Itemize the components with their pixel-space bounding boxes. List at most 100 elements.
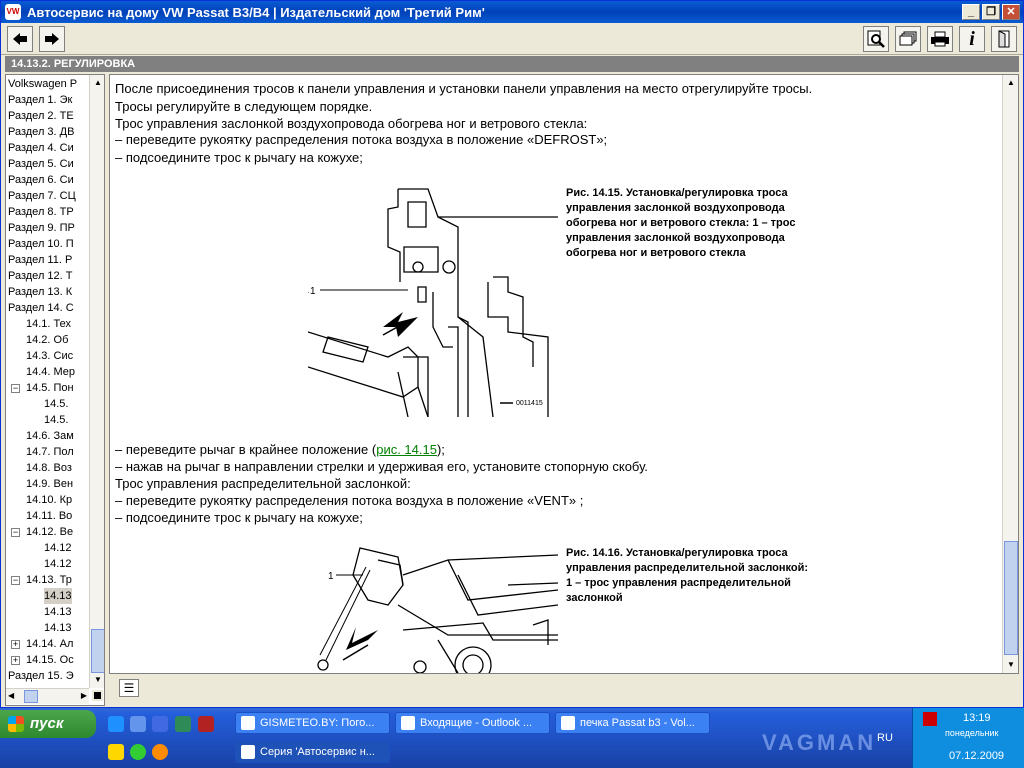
toolbar: i bbox=[1, 23, 1023, 55]
expand-icon[interactable]: + bbox=[11, 640, 20, 649]
tree-item[interactable]: 14.13 bbox=[44, 620, 72, 636]
size-grip-icon bbox=[92, 690, 103, 701]
collapse-icon[interactable]: − bbox=[11, 576, 20, 585]
tree-item[interactable]: 14.13. Тр bbox=[26, 572, 72, 588]
folders-icon bbox=[899, 31, 917, 46]
section-title: 14.13.2. РЕГУЛИРОВКА bbox=[5, 56, 1019, 72]
scroll-up-icon[interactable]: ▲ bbox=[1004, 76, 1018, 90]
tree-item[interactable]: Раздел 13. К bbox=[8, 284, 72, 300]
tree-item[interactable]: Раздел 7. СЦ bbox=[8, 188, 76, 204]
tree-item[interactable]: 14.15. Ос bbox=[26, 652, 74, 668]
tree-item[interactable]: Раздел 15. Э bbox=[8, 668, 74, 684]
scroll-right-icon[interactable]: ▶ bbox=[81, 691, 87, 700]
collapse-icon[interactable]: − bbox=[11, 528, 20, 537]
back-button[interactable] bbox=[7, 26, 33, 52]
tree-item[interactable]: Раздел 1. Эк bbox=[8, 92, 72, 108]
tree-scroll-thumb[interactable] bbox=[91, 629, 104, 673]
tree-item[interactable]: 14.10. Кр bbox=[26, 492, 72, 508]
scroll-down-icon[interactable]: ▼ bbox=[1004, 658, 1018, 672]
tree-item[interactable]: Раздел 9. ПР bbox=[8, 220, 75, 236]
start-button[interactable]: пуск bbox=[0, 710, 96, 738]
tree-item[interactable]: Раздел 4. Си bbox=[8, 140, 74, 156]
firefox-icon[interactable] bbox=[152, 744, 168, 760]
scroll-down-icon[interactable]: ▼ bbox=[91, 673, 104, 687]
desktop-icon[interactable] bbox=[130, 716, 146, 732]
tree-item[interactable]: 14.13 bbox=[44, 604, 72, 620]
paragraph: Трос управления распределительной заслон… bbox=[115, 476, 411, 491]
task-label: печка Passat b3 - Vol... bbox=[580, 717, 695, 729]
language-indicator[interactable]: RU bbox=[877, 732, 893, 744]
scroll-left-icon[interactable]: ◀ bbox=[8, 691, 14, 700]
tree-item[interactable]: 14.5. bbox=[44, 396, 68, 412]
tree-item[interactable]: 14.5. Пон bbox=[26, 380, 74, 396]
tree-item[interactable]: 14.1. Тех bbox=[26, 316, 71, 332]
figure-link[interactable]: рис. 14.15 bbox=[376, 442, 437, 457]
close-button[interactable]: ✕ bbox=[1002, 4, 1020, 20]
paragraph: – нажав на рычаг в направлении стрелки и… bbox=[115, 459, 648, 474]
tree-item[interactable]: Раздел 12. Т bbox=[8, 268, 72, 284]
content-scroll-thumb[interactable] bbox=[1004, 541, 1018, 655]
minimize-button[interactable]: _ bbox=[962, 4, 980, 20]
restore-button[interactable]: ❐ bbox=[982, 4, 1000, 20]
door-icon bbox=[998, 30, 1010, 48]
tree-hscroll-thumb[interactable] bbox=[24, 690, 38, 703]
paragraph: – переведите рукоятку распределения пото… bbox=[115, 132, 608, 147]
tree-item[interactable]: Раздел 14. С bbox=[8, 300, 74, 316]
print-button[interactable] bbox=[927, 26, 953, 52]
windows-logo-icon bbox=[8, 716, 24, 732]
tree-item[interactable]: Раздел 8. ТР bbox=[8, 204, 74, 220]
tree-item[interactable]: Раздел 6. Си bbox=[8, 172, 74, 188]
tree-item[interactable]: 14.2. Об bbox=[26, 332, 68, 348]
search-button[interactable] bbox=[863, 26, 889, 52]
browser-icon[interactable] bbox=[175, 716, 191, 732]
bookmarks-button[interactable] bbox=[895, 26, 921, 52]
content-vertical-scrollbar[interactable]: ▲ ▼ bbox=[1002, 75, 1018, 673]
collapse-icon[interactable]: − bbox=[11, 384, 20, 393]
tree-item[interactable]: 14.13 bbox=[44, 588, 72, 604]
tree-item[interactable]: Раздел 2. ТЕ bbox=[8, 108, 74, 124]
tree-item[interactable]: Раздел 5. Си bbox=[8, 156, 74, 172]
clock-day: понедельник bbox=[945, 728, 999, 738]
exit-button[interactable] bbox=[991, 26, 1017, 52]
forward-button[interactable] bbox=[39, 26, 65, 52]
tree-item[interactable]: 14.14. Ал bbox=[26, 636, 73, 652]
antivirus-icon[interactable] bbox=[923, 712, 937, 726]
tree-item[interactable]: 14.5. bbox=[44, 412, 68, 428]
paragraph: – переведите рычаг в крайнее положение (… bbox=[115, 442, 445, 457]
tree-horizontal-scrollbar[interactable]: ◀ ▶ bbox=[6, 688, 89, 704]
tree-item[interactable]: 14.12. Ве bbox=[26, 524, 73, 540]
task-outlook[interactable]: Входящие - Outlook ... bbox=[395, 712, 550, 734]
tree-item[interactable]: Volkswagen P bbox=[8, 76, 77, 92]
media-icon[interactable] bbox=[152, 716, 168, 732]
folder-icon[interactable] bbox=[108, 744, 124, 760]
clock-time[interactable]: 13:19 bbox=[963, 712, 991, 724]
tree-item[interactable]: 14.4. Мер bbox=[26, 364, 75, 380]
task-label: GISMETEO.BY: Пого... bbox=[260, 717, 375, 729]
task-passat[interactable]: печка Passat b3 - Vol... bbox=[555, 712, 710, 734]
tree-item[interactable]: 14.8. Воз bbox=[26, 460, 72, 476]
task-gismeteo[interactable]: GISMETEO.BY: Пого... bbox=[235, 712, 390, 734]
tree-vertical-scrollbar[interactable]: ▲ ▼ bbox=[89, 75, 104, 688]
text-span: ); bbox=[436, 442, 445, 457]
tree-item[interactable]: Раздел 3. ДВ bbox=[8, 124, 74, 140]
task-autoservice[interactable]: Серия 'Автосервис н... bbox=[235, 741, 390, 763]
title-bar[interactable]: VW Автосервис на дому VW Passat B3/B4 | … bbox=[1, 1, 1023, 23]
info-button[interactable]: i bbox=[959, 26, 985, 52]
list-icon[interactable]: ☰ bbox=[119, 679, 139, 697]
tree-item[interactable]: 14.7. Пол bbox=[26, 444, 74, 460]
tree-item[interactable]: 14.11. Во bbox=[26, 508, 72, 524]
player-icon[interactable] bbox=[130, 744, 146, 760]
tree-item[interactable]: 14.6. Зам bbox=[26, 428, 74, 444]
tree-item[interactable]: Раздел 11. Р bbox=[8, 252, 72, 268]
app-quicklaunch-icon[interactable] bbox=[198, 716, 214, 732]
tree-item[interactable]: Раздел 10. П bbox=[8, 236, 74, 252]
tree-item[interactable]: 14.12 bbox=[44, 556, 72, 572]
tree-item[interactable]: 14.9. Вен bbox=[26, 476, 73, 492]
ie-icon[interactable] bbox=[108, 716, 124, 732]
scroll-up-icon[interactable]: ▲ bbox=[91, 76, 104, 90]
paragraph: Трос управления заслонкой воздухопровода… bbox=[115, 116, 588, 131]
tree-item[interactable]: 14.3. Сис bbox=[26, 348, 73, 364]
figure-14-15: 1 0011415 bbox=[308, 188, 558, 417]
tree-item[interactable]: 14.12 bbox=[44, 540, 72, 556]
expand-icon[interactable]: + bbox=[11, 656, 20, 665]
